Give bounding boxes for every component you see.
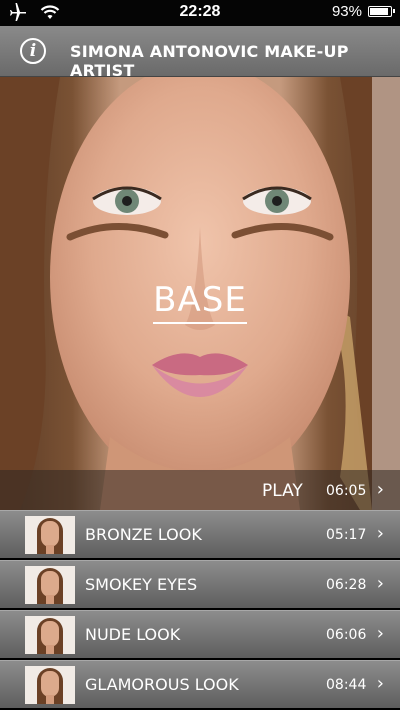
chevron-right-icon: ›: [376, 479, 384, 500]
chevron-right-icon: ›: [376, 673, 384, 694]
battery-icon: [368, 6, 395, 17]
look-duration: 08:44: [326, 677, 367, 693]
list-item[interactable]: SMOKEY EYES 06:28 ›: [0, 560, 400, 608]
chevron-right-icon: ›: [376, 623, 384, 644]
chevron-right-icon: ›: [376, 573, 384, 594]
look-title: GLAMOROUS LOOK: [85, 675, 239, 694]
look-thumbnail: [25, 616, 75, 654]
battery-percent: 93%: [331, 3, 362, 20]
hero-title: BASE: [0, 280, 400, 324]
looks-list: BRONZE LOOK 05:17 › SMOKEY EYES 06:28 › …: [0, 510, 400, 710]
status-bar: 22:28 93%: [0, 0, 400, 26]
play-bar[interactable]: PLAY 06:05 ›: [0, 470, 400, 510]
list-item[interactable]: NUDE LOOK 06:06 ›: [0, 610, 400, 658]
look-title: NUDE LOOK: [85, 625, 181, 644]
look-duration: 05:17: [326, 527, 367, 543]
hero-title-text: BASE: [153, 280, 247, 324]
hero-video-preview[interactable]: BASE: [0, 77, 400, 510]
list-item[interactable]: GLAMOROUS LOOK 08:44 ›: [0, 660, 400, 708]
status-right: 93%: [331, 3, 395, 20]
app-header: i SIMONA ANTONOVIC MAKE-UP ARTIST: [0, 26, 400, 80]
look-duration: 06:06: [326, 627, 367, 643]
play-duration: 06:05: [326, 483, 367, 499]
info-icon[interactable]: i: [20, 38, 46, 64]
look-thumbnail: [25, 566, 75, 604]
look-thumbnail: [25, 666, 75, 704]
look-duration: 06:28: [326, 577, 367, 593]
app-title: SIMONA ANTONOVIC MAKE-UP ARTIST: [70, 42, 349, 80]
play-button[interactable]: PLAY: [262, 481, 303, 501]
chevron-right-icon: ›: [376, 523, 384, 544]
look-thumbnail: [25, 516, 75, 554]
look-title: BRONZE LOOK: [85, 525, 202, 544]
list-item[interactable]: BRONZE LOOK 05:17 ›: [0, 510, 400, 558]
look-title: SMOKEY EYES: [85, 575, 198, 594]
